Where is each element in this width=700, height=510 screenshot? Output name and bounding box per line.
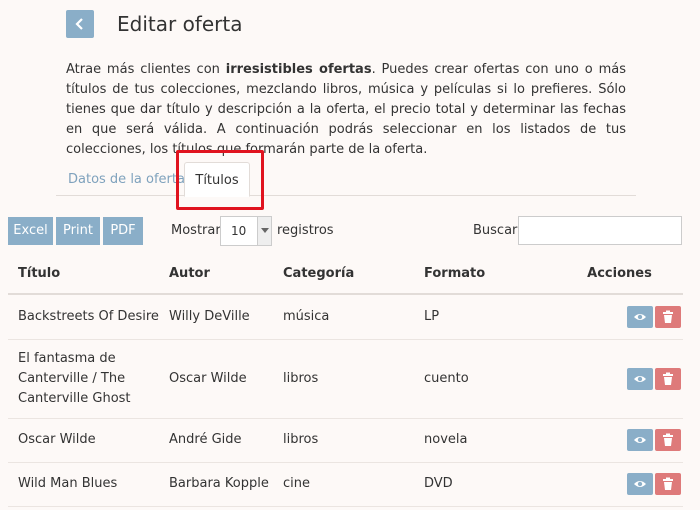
cell-title: Wild Man Blues: [8, 462, 159, 507]
back-button[interactable]: [66, 10, 94, 38]
trash-icon: [663, 433, 673, 446]
cell-author: Barbara Kopple: [159, 462, 273, 507]
table-row: Oscar Wilde André Gide libros novela: [8, 418, 683, 463]
cell-author: Willy DeVille: [159, 294, 273, 340]
header-categoria[interactable]: Categoría: [273, 253, 414, 295]
show-label: Mostrar: [171, 223, 221, 238]
intro-lead: Atrae más clientes con: [66, 62, 226, 77]
pdf-button[interactable]: PDF: [103, 217, 143, 245]
page-length-value: 10: [231, 224, 247, 238]
cell-actions: [546, 462, 683, 507]
intro-bold: irresistibles ofertas: [225, 62, 372, 77]
trash-icon: [663, 310, 673, 323]
tab-bar: Datos de la oferta Títulos: [56, 162, 636, 197]
cell-actions: [546, 418, 683, 463]
cell-title: Backstreets Of Desire: [8, 294, 159, 340]
cell-category: libros: [273, 418, 414, 463]
chevron-down-icon: [257, 217, 271, 245]
header-autor[interactable]: Autor: [159, 253, 273, 295]
intro-text: Atrae más clientes con irresistibles ofe…: [66, 60, 626, 160]
cell-format: DVD: [414, 462, 546, 507]
cell-format: cuento: [414, 339, 546, 419]
table-row: Wild Man Blues Barbara Kopple cine DVD: [8, 462, 683, 507]
tab-titulos[interactable]: Títulos: [184, 162, 250, 197]
view-button[interactable]: [627, 305, 653, 328]
search-input[interactable]: [518, 216, 682, 245]
header-titulo[interactable]: Título: [8, 253, 159, 295]
cell-actions: [546, 339, 683, 419]
search-label: Buscar:: [473, 223, 522, 238]
table-header-row: Título Autor Categoría Formato Acciones: [8, 253, 683, 295]
cell-title: Oscar Wilde: [8, 418, 159, 463]
trash-icon: [663, 477, 673, 490]
excel-button[interactable]: Excel: [8, 217, 53, 245]
table-row: Backstreets Of Desire Willy DeVille músi…: [8, 294, 683, 340]
page-length-select[interactable]: 10: [220, 216, 272, 246]
eye-icon: [634, 437, 646, 443]
cell-author: Oscar Wilde: [159, 339, 273, 419]
delete-button[interactable]: [655, 473, 681, 495]
delete-button[interactable]: [655, 305, 681, 328]
cell-author: André Gide: [159, 418, 273, 463]
page-title: Editar oferta: [117, 12, 243, 36]
cell-category: cine: [273, 462, 414, 507]
view-button[interactable]: [627, 429, 653, 451]
eye-icon: [634, 481, 646, 487]
records-label: registros: [277, 223, 334, 238]
header-acciones: Acciones: [546, 253, 683, 295]
view-button[interactable]: [627, 473, 653, 495]
eye-icon: [634, 313, 646, 320]
cell-actions: [546, 294, 683, 340]
delete-button[interactable]: [655, 367, 681, 390]
cell-format: novela: [414, 418, 546, 463]
tab-datos-oferta[interactable]: Datos de la oferta: [68, 162, 185, 196]
header-formato[interactable]: Formato: [414, 253, 546, 295]
view-button[interactable]: [627, 367, 653, 390]
table-row: El fantasma de Canterville / The Canterv…: [8, 339, 683, 419]
print-button[interactable]: Print: [56, 217, 100, 245]
cell-category: libros: [273, 339, 414, 419]
chevron-left-icon: [75, 18, 83, 30]
cell-title: El fantasma de Canterville / The Canterv…: [8, 339, 159, 419]
trash-icon: [663, 372, 673, 385]
cell-format: LP: [414, 294, 546, 340]
delete-button[interactable]: [655, 429, 681, 451]
cell-category: música: [273, 294, 414, 340]
eye-icon: [634, 375, 646, 382]
titles-table: Título Autor Categoría Formato Acciones …: [8, 253, 683, 507]
